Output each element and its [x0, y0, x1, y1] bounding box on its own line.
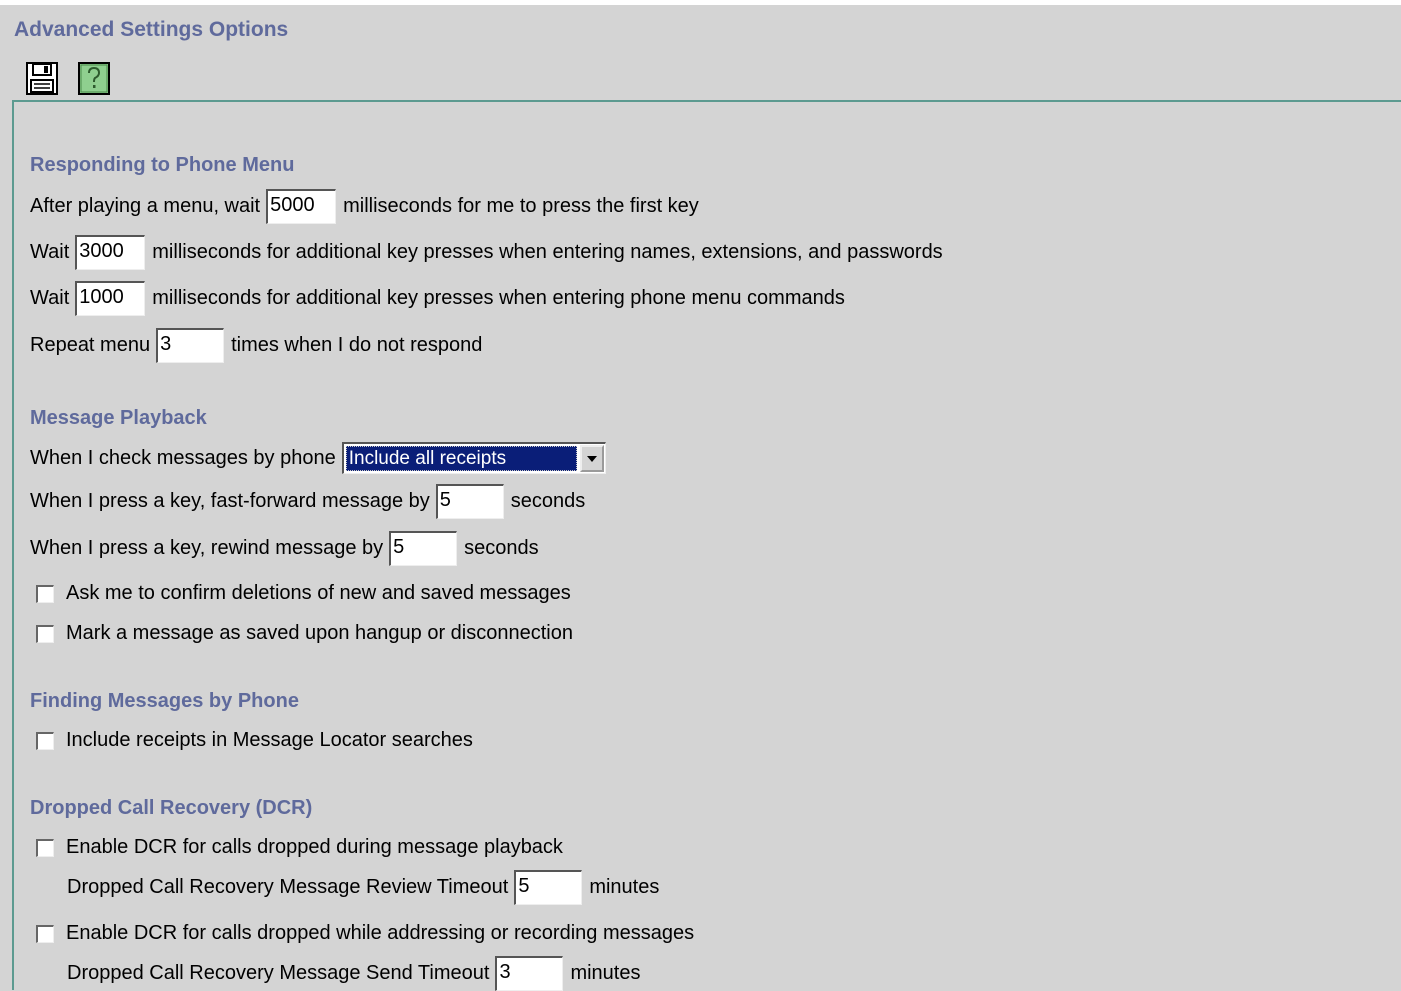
- include-receipts-row: Include receipts in Message Locator sear…: [36, 729, 473, 752]
- additional-names-suffix: milliseconds for additional key presses …: [152, 241, 943, 263]
- additional-commands-prefix: Wait: [30, 287, 70, 309]
- review-timeout-suffix: minutes: [589, 876, 660, 898]
- rewind-prefix: When I press a key, rewind message by: [30, 537, 384, 559]
- chevron-down-icon[interactable]: [579, 445, 604, 472]
- save-button[interactable]: [26, 62, 58, 95]
- send-timeout-suffix: minutes: [570, 962, 641, 984]
- rewind-row: When I press a key, rewind message by 5 …: [30, 531, 539, 566]
- first-key-wait-row: After playing a menu, wait 5000 millisec…: [30, 189, 699, 224]
- send-timeout-row: Dropped Call Recovery Message Send Timeo…: [67, 956, 640, 991]
- confirm-deletions-checkbox[interactable]: [36, 584, 54, 603]
- confirm-deletions-label: Ask me to confirm deletions of new and s…: [66, 582, 571, 604]
- check-by-phone-row: When I check messages by phone Include a…: [30, 442, 606, 474]
- additional-names-wait-input[interactable]: 3000: [75, 235, 146, 270]
- include-receipts-label: Include receipts in Message Locator sear…: [66, 729, 473, 751]
- rewind-input[interactable]: 5: [389, 531, 458, 566]
- fast-forward-prefix: When I press a key, fast-forward message…: [30, 490, 430, 512]
- settings-window: Advanced Settings Options Responding to …: [0, 0, 1401, 991]
- mark-saved-label: Mark a message as saved upon hangup or d…: [66, 622, 573, 644]
- review-timeout-input[interactable]: 5: [514, 870, 583, 905]
- first-key-prefix: After playing a menu, wait: [30, 195, 261, 217]
- repeat-menu-suffix: times when I do not respond: [231, 334, 483, 356]
- section-heading-playback: Message Playback: [30, 407, 207, 429]
- include-receipts-checkbox[interactable]: [36, 731, 54, 750]
- additional-commands-suffix: milliseconds for additional key presses …: [152, 287, 845, 309]
- fast-forward-suffix: seconds: [510, 490, 586, 512]
- dcr-playback-checkbox[interactable]: [36, 838, 54, 857]
- send-timeout-input[interactable]: 3: [495, 956, 564, 991]
- mark-saved-row: Mark a message as saved upon hangup or d…: [36, 622, 573, 645]
- review-timeout-prefix: Dropped Call Recovery Message Review Tim…: [67, 876, 509, 898]
- fast-forward-row: When I press a key, fast-forward message…: [30, 484, 585, 519]
- rewind-suffix: seconds: [464, 537, 539, 559]
- floppy-disk-icon: [26, 62, 58, 95]
- mark-saved-checkbox[interactable]: [36, 624, 54, 643]
- additional-names-prefix: Wait: [30, 241, 70, 263]
- repeat-menu-row: Repeat menu 3 times when I do not respon…: [30, 328, 482, 363]
- repeat-menu-prefix: Repeat menu: [30, 334, 151, 356]
- dcr-playback-label: Enable DCR for calls dropped during mess…: [66, 836, 563, 858]
- dcr-playback-row: Enable DCR for calls dropped during mess…: [36, 836, 563, 859]
- dcr-addressing-row: Enable DCR for calls dropped while addre…: [36, 922, 694, 945]
- first-key-suffix: milliseconds for me to press the first k…: [343, 195, 699, 217]
- section-heading-finding: Finding Messages by Phone: [30, 690, 299, 712]
- check-by-phone-label: When I check messages by phone: [30, 446, 336, 469]
- additional-names-wait-row: Wait 3000 milliseconds for additional ke…: [30, 235, 943, 270]
- receipts-select[interactable]: Include all receipts: [341, 442, 606, 474]
- first-key-wait-input[interactable]: 5000: [266, 189, 337, 224]
- section-heading-dcr: Dropped Call Recovery (DCR): [30, 797, 313, 819]
- fast-forward-input[interactable]: 5: [435, 484, 504, 519]
- repeat-menu-input[interactable]: 3: [156, 328, 225, 363]
- additional-commands-wait-input[interactable]: 1000: [75, 281, 146, 316]
- dcr-addressing-label: Enable DCR for calls dropped while addre…: [66, 922, 695, 944]
- section-heading-phone-menu: Responding to Phone Menu: [30, 154, 295, 176]
- question-mark-help-icon: [78, 62, 110, 95]
- dcr-addressing-checkbox[interactable]: [36, 924, 54, 943]
- confirm-deletions-row: Ask me to confirm deletions of new and s…: [36, 582, 571, 605]
- send-timeout-prefix: Dropped Call Recovery Message Send Timeo…: [67, 962, 490, 984]
- review-timeout-row: Dropped Call Recovery Message Review Tim…: [67, 870, 659, 905]
- top-edge: [0, 0, 1401, 5]
- additional-commands-wait-row: Wait 1000 milliseconds for additional ke…: [30, 281, 845, 316]
- receipts-select-value: Include all receipts: [345, 446, 577, 471]
- page-title: Advanced Settings Options: [14, 18, 289, 41]
- help-button[interactable]: [78, 62, 110, 95]
